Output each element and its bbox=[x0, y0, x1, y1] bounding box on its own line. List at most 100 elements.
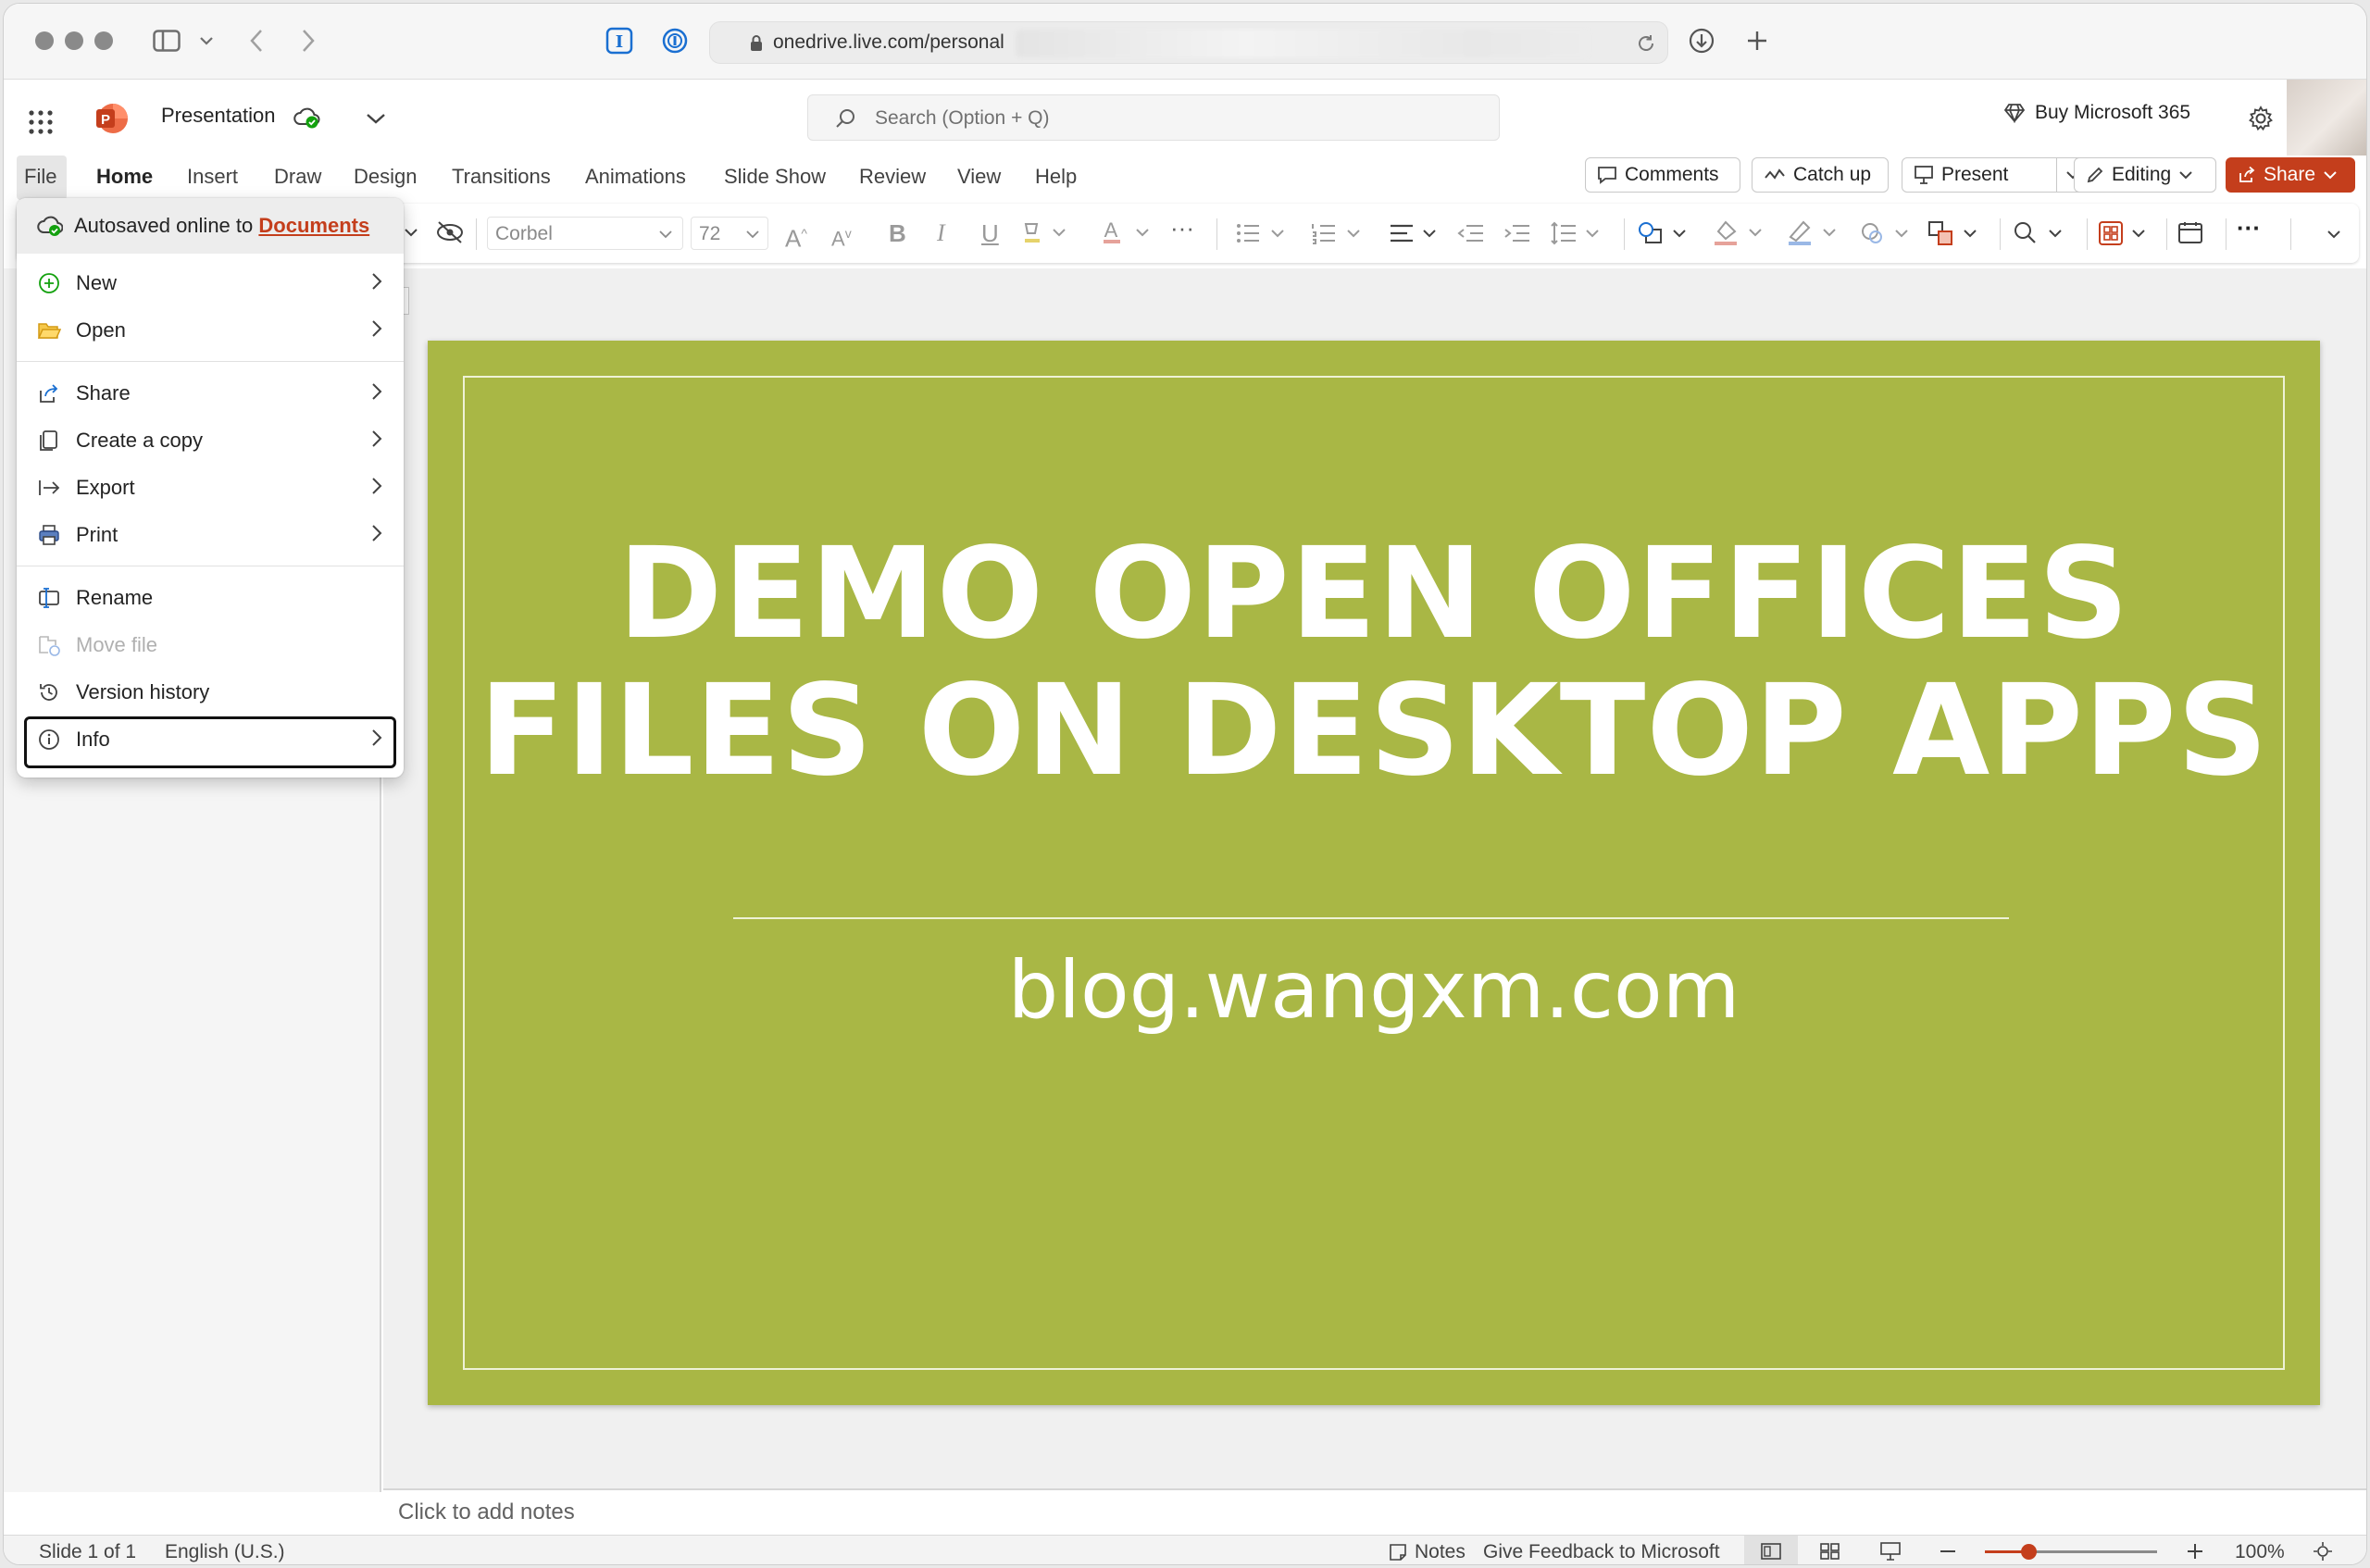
app-launcher-icon[interactable] bbox=[28, 109, 54, 140]
file-menu-open[interactable]: Open bbox=[17, 307, 404, 354]
tab-view[interactable]: View bbox=[957, 165, 1001, 189]
numbering-icon[interactable] bbox=[1311, 220, 1366, 251]
tab-design[interactable]: Design bbox=[354, 165, 417, 189]
catch-up-button[interactable]: Catch up bbox=[1752, 157, 1889, 193]
find-search-icon[interactable] bbox=[2013, 220, 2068, 251]
normal-view-button[interactable] bbox=[1744, 1536, 1798, 1564]
zoom-level[interactable]: 100% bbox=[2235, 1541, 2285, 1563]
reading-view-icon[interactable] bbox=[1879, 1541, 1902, 1564]
tab-animations[interactable]: Animations bbox=[585, 165, 686, 189]
settings-gear-icon[interactable] bbox=[2248, 106, 2274, 136]
more-options-icon[interactable]: ··· bbox=[2237, 215, 2261, 241]
zoom-out-icon[interactable] bbox=[1940, 1550, 1955, 1552]
expand-ribbon-chevron-icon[interactable] bbox=[2326, 228, 2342, 244]
slide-title[interactable]: DEMO OPEN OFFICES FILES ON DESKTOP APPS bbox=[428, 526, 2320, 800]
comments-button[interactable]: Comments bbox=[1585, 157, 1740, 193]
notes-toggle-button[interactable]: Notes bbox=[1389, 1541, 1466, 1563]
reload-icon[interactable] bbox=[1636, 33, 1656, 54]
printer-icon bbox=[37, 523, 61, 547]
new-tab-icon[interactable] bbox=[1740, 24, 1774, 57]
minimize-window-button[interactable] bbox=[65, 31, 83, 50]
zoom-window-button[interactable] bbox=[94, 31, 113, 50]
ribbon-chevron-down-icon[interactable] bbox=[404, 226, 418, 243]
zoom-slider-knob[interactable] bbox=[2021, 1544, 2037, 1560]
tab-draw[interactable]: Draw bbox=[274, 165, 321, 189]
decrease-indent-icon[interactable] bbox=[1457, 220, 1485, 251]
copilot-slide-icon[interactable] bbox=[2177, 220, 2205, 251]
file-menu-create-copy[interactable]: Create a copy bbox=[17, 417, 404, 464]
lock-icon bbox=[751, 35, 762, 51]
document-title[interactable]: Presentation bbox=[161, 104, 276, 128]
shape-outline-icon[interactable] bbox=[1787, 218, 1842, 251]
editing-chevron-icon bbox=[2179, 171, 2192, 180]
share-button[interactable]: Share bbox=[2226, 157, 2355, 193]
slide-subtitle[interactable]: blog.wangxm.com bbox=[428, 944, 2320, 1037]
autosave-status: Autosaved online to Documents bbox=[17, 198, 404, 254]
editing-mode-button[interactable]: Editing bbox=[2074, 157, 2216, 193]
zoom-in-icon[interactable] bbox=[2187, 1543, 2203, 1564]
align-text-icon[interactable] bbox=[1389, 220, 1444, 251]
file-menu-version-history[interactable]: Version history bbox=[17, 669, 404, 716]
fit-slide-icon[interactable] bbox=[2313, 1541, 2333, 1564]
tab-home[interactable]: Home bbox=[96, 165, 153, 189]
file-menu-info[interactable]: Info bbox=[24, 716, 396, 768]
forward-icon[interactable] bbox=[294, 24, 322, 57]
tab-transitions[interactable]: Transitions bbox=[452, 165, 551, 189]
file-menu-export[interactable]: Export bbox=[17, 465, 404, 511]
shape-effects-icon[interactable] bbox=[1859, 220, 1915, 251]
address-bar[interactable]: onedrive.live.com/personal bbox=[709, 21, 1668, 64]
slide-1[interactable]: DEMO OPEN OFFICES FILES ON DESKTOP APPS … bbox=[428, 341, 2320, 1405]
buy-microsoft-365-button[interactable]: Buy Microsoft 365 bbox=[2003, 102, 2190, 124]
underline-icon[interactable]: U bbox=[981, 220, 999, 246]
feedback-link[interactable]: Give Feedback to Microsoft bbox=[1483, 1541, 1720, 1563]
autosave-documents-link[interactable]: Documents bbox=[258, 214, 369, 237]
zoom-slider[interactable] bbox=[1985, 1544, 2157, 1560]
file-menu-new[interactable]: New bbox=[17, 260, 404, 306]
chevron-down-icon[interactable] bbox=[193, 24, 220, 57]
font-size-dropdown[interactable]: 72 bbox=[691, 217, 768, 250]
file-menu-share[interactable]: Share bbox=[17, 370, 404, 417]
back-icon[interactable] bbox=[243, 24, 270, 57]
language-indicator[interactable]: English (U.S.) bbox=[165, 1541, 285, 1563]
designer-icon[interactable] bbox=[2098, 220, 2153, 251]
diamond-icon bbox=[2003, 104, 2026, 123]
search-input[interactable]: Search (Option + Q) bbox=[807, 94, 1500, 141]
font-color-icon[interactable]: A bbox=[1102, 218, 1154, 251]
shapes-icon[interactable] bbox=[1637, 220, 1692, 251]
hide-formatting-icon[interactable] bbox=[435, 220, 465, 249]
info-icon bbox=[37, 728, 61, 752]
slide-sorter-icon[interactable] bbox=[1820, 1543, 1840, 1564]
extension-text-icon[interactable]: I bbox=[604, 24, 635, 57]
title-chevron-down-icon[interactable] bbox=[365, 111, 387, 131]
account-avatar[interactable] bbox=[2287, 80, 2366, 156]
rename-icon bbox=[37, 586, 61, 610]
tab-insert[interactable]: Insert bbox=[187, 165, 238, 189]
italic-icon[interactable]: I bbox=[937, 220, 945, 246]
saved-cloud-icon[interactable] bbox=[293, 104, 320, 134]
tab-review[interactable]: Review bbox=[859, 165, 926, 189]
bold-icon[interactable]: B bbox=[889, 220, 906, 246]
notes-pane[interactable]: Click to add notes bbox=[383, 1488, 2366, 1535]
increase-indent-icon[interactable] bbox=[1503, 220, 1531, 251]
tab-help[interactable]: Help bbox=[1035, 165, 1077, 189]
shape-fill-icon[interactable] bbox=[1713, 218, 1768, 251]
downloads-icon[interactable] bbox=[1685, 24, 1718, 57]
folder-icon bbox=[37, 318, 61, 342]
tab-slide-show[interactable]: Slide Show bbox=[724, 165, 826, 189]
decrease-font-icon[interactable]: Av bbox=[831, 220, 852, 252]
tab-file[interactable]: File bbox=[24, 165, 56, 189]
highlight-color-icon[interactable] bbox=[1022, 220, 1068, 251]
arrange-icon[interactable] bbox=[1927, 220, 1983, 251]
bullets-icon[interactable] bbox=[1235, 220, 1291, 251]
close-window-button[interactable] bbox=[35, 31, 54, 50]
increase-font-icon[interactable]: A^ bbox=[785, 220, 807, 252]
file-menu-print[interactable]: Print bbox=[17, 512, 404, 558]
password-manager-icon[interactable] bbox=[659, 24, 691, 57]
present-button[interactable]: Present bbox=[1902, 157, 2057, 193]
file-menu-rename[interactable]: Rename bbox=[17, 575, 404, 621]
line-spacing-icon[interactable] bbox=[1550, 220, 1605, 251]
autosave-cloud-icon bbox=[37, 216, 63, 236]
font-name-dropdown[interactable]: Corbel bbox=[487, 217, 683, 250]
more-font-options-icon[interactable]: ··· bbox=[1170, 215, 1194, 241]
sidebar-toggle-icon[interactable] bbox=[148, 24, 185, 57]
